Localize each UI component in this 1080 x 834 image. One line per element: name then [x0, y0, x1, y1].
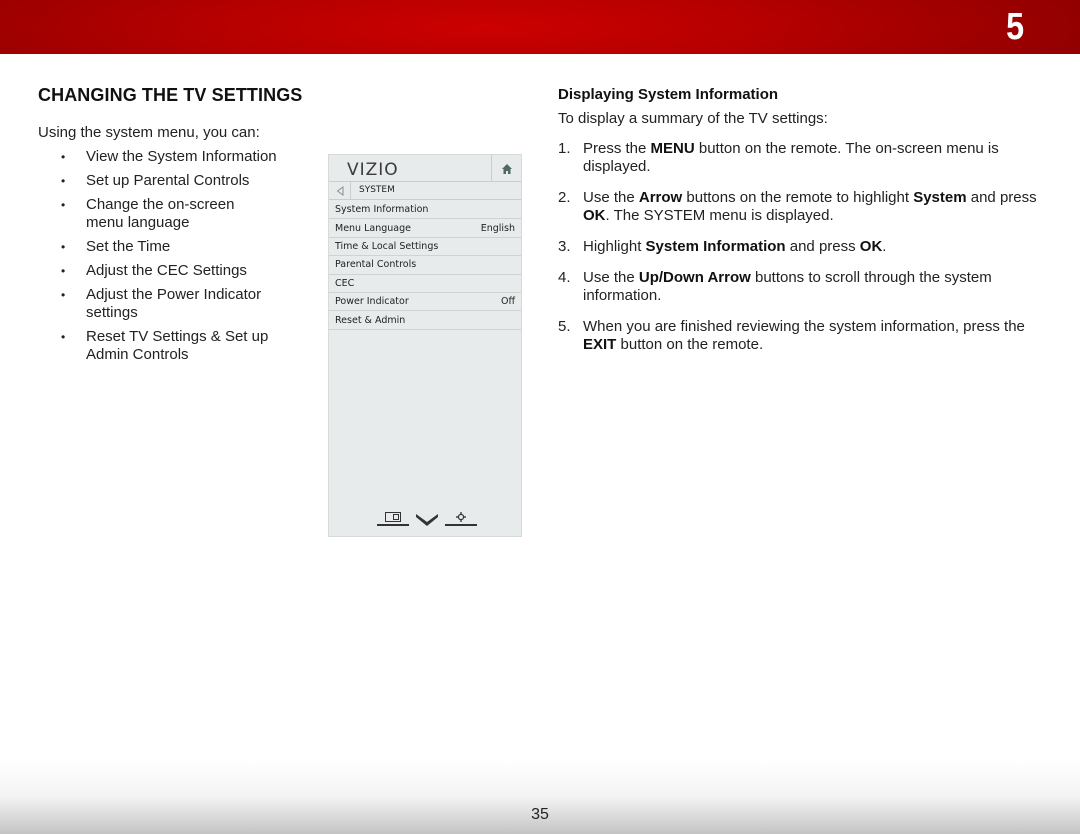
- step-item: 5. When you are finished reviewing the sy…: [558, 318, 1048, 354]
- list-item-text: View the System Information: [86, 148, 277, 165]
- step-number: 4.: [558, 269, 571, 286]
- list-item-text: Reset TV Settings & Set up Admin Control…: [86, 328, 269, 363]
- list-item-text: Adjust the Power Indicator settings: [86, 286, 262, 321]
- bullet-icon: •: [61, 264, 66, 278]
- emphasis-text: EXIT: [583, 336, 617, 353]
- step-text-run: .: [882, 238, 887, 255]
- step-item: 1. Press the MENU button on the remote. T…: [558, 140, 1048, 176]
- step-text-run: and press: [785, 238, 860, 255]
- wide-screen-button[interactable]: [377, 510, 409, 526]
- menu-item-label: System Information: [335, 204, 429, 216]
- bullet-icon: •: [61, 240, 66, 254]
- step-text-run: buttons on the remote to highlight: [682, 189, 914, 206]
- bullet-icon: •: [61, 330, 66, 344]
- settings-button[interactable]: [445, 510, 477, 526]
- step-number: 2.: [558, 189, 571, 206]
- underline: [377, 524, 409, 526]
- home-icon[interactable]: [491, 155, 521, 182]
- list-item-text: Change the on-screen menu language: [86, 196, 235, 231]
- list-item: • Reset TV Settings & Set up Admin Contro…: [56, 328, 296, 364]
- list-item: • Adjust the CEC Settings: [56, 262, 316, 280]
- step-text-run: When you are finished reviewing the syst…: [583, 318, 1025, 335]
- intro-text: Using the system menu, you can:: [38, 124, 260, 141]
- menu-item-label: Time & Local Settings: [335, 240, 439, 252]
- step-item: 2. Use the Arrow buttons on the remote to…: [558, 189, 1048, 225]
- back-arrow-icon[interactable]: [329, 182, 351, 200]
- emphasis-text: Up/Down Arrow: [638, 269, 751, 286]
- step-text-run: Use the: [583, 189, 639, 206]
- tv-menu-item-cec[interactable]: CEC: [329, 275, 521, 293]
- bullet-icon: •: [61, 174, 66, 188]
- step-text-run: button on the remote.: [616, 336, 764, 353]
- step-text-run: Press the: [583, 140, 651, 157]
- step-text: Use the Up/Down Arrow buttons to scroll …: [583, 269, 992, 304]
- tv-system-menu-illustration: VIZIO SYSTEM System Information Menu Lan…: [328, 154, 522, 537]
- emphasis-text: MENU: [650, 140, 695, 157]
- step-item: 4. Use the Up/Down Arrow buttons to scrol…: [558, 269, 1048, 305]
- section-title: CHANGING THE TV SETTINGS: [38, 85, 303, 105]
- menu-item-label: Reset & Admin: [335, 314, 406, 326]
- vizio-v-icon: [416, 512, 438, 526]
- menu-item-label: CEC: [335, 277, 355, 289]
- list-item: • View the System Information: [56, 148, 316, 166]
- instruction-steps: 1. Press the MENU button on the remote. T…: [558, 140, 1048, 367]
- list-item-text: Set up Parental Controls: [86, 172, 250, 189]
- tv-menu-bottom-bar: [377, 510, 477, 526]
- bullet-icon: •: [61, 288, 66, 302]
- emphasis-text: OK: [583, 207, 606, 224]
- tv-menu-header: VIZIO: [329, 155, 521, 182]
- menu-item-label: Menu Language: [335, 222, 411, 234]
- menu-item-value: English: [480, 222, 515, 234]
- vizio-logo: VIZIO: [347, 160, 399, 180]
- step-item: 3. Highlight System Information and press…: [558, 238, 1048, 256]
- subsection-title: Displaying System Information: [558, 86, 779, 103]
- menu-item-value: Off: [500, 296, 515, 308]
- step-number: 1.: [558, 140, 571, 157]
- tv-menu-item-menu-language[interactable]: Menu Language English: [329, 219, 521, 238]
- step-text-run: Use the: [583, 269, 639, 286]
- list-item: • Set the Time: [56, 238, 316, 256]
- step-text-run: and press: [966, 189, 1037, 206]
- chapter-number: 5: [1006, 6, 1024, 48]
- tv-menu-list: System Information Menu Language English …: [329, 201, 521, 330]
- step-text: Use the Arrow buttons on the remote to h…: [583, 189, 1037, 224]
- subsection-intro: To display a summary of the TV settings:: [558, 110, 828, 127]
- step-text-run: . The SYSTEM menu is displayed.: [605, 207, 834, 224]
- step-text: Press the MENU button on the remote. The…: [583, 140, 999, 175]
- menu-item-label: Power Indicator: [335, 296, 409, 308]
- emphasis-text: Arrow: [638, 189, 683, 206]
- list-item-text: Set the Time: [86, 238, 171, 255]
- tv-menu-breadcrumb: SYSTEM: [329, 182, 521, 200]
- bullet-icon: •: [61, 150, 66, 164]
- tv-menu-item-parental-controls[interactable]: Parental Controls: [329, 256, 521, 275]
- underline: [445, 524, 477, 526]
- capabilities-list: • View the System Information • Set up Par…: [56, 148, 316, 370]
- page-number: 35: [531, 806, 549, 823]
- header-band: 5: [0, 0, 1080, 54]
- bullet-icon: •: [61, 198, 66, 212]
- tv-menu-item-power-indicator[interactable]: Power Indicator Off: [329, 293, 521, 312]
- tv-menu-item-system-information[interactable]: System Information: [329, 201, 521, 220]
- menu-item-label: Parental Controls: [335, 259, 417, 271]
- step-text: When you are finished reviewing the syst…: [583, 318, 1025, 353]
- tv-menu-item-time-local-settings[interactable]: Time & Local Settings: [329, 238, 521, 257]
- emphasis-text: System Information: [645, 238, 786, 255]
- list-item: • Change the on-screen menu language: [56, 196, 256, 232]
- list-item-text: Adjust the CEC Settings: [86, 262, 247, 279]
- step-text: Highlight System Information and press O…: [583, 238, 886, 255]
- step-number: 3.: [558, 238, 571, 255]
- emphasis-text: System: [913, 189, 967, 206]
- wide-screen-icon: [385, 510, 401, 522]
- tv-menu-item-reset-admin[interactable]: Reset & Admin: [329, 311, 521, 330]
- step-text-run: Highlight: [583, 238, 646, 255]
- step-number: 5.: [558, 318, 571, 335]
- settings-gear-icon: [456, 510, 466, 522]
- list-item: • Set up Parental Controls: [56, 172, 316, 190]
- list-item: • Adjust the Power Indicator settings: [56, 286, 296, 322]
- breadcrumb-label: SYSTEM: [359, 185, 395, 195]
- vizio-v-button[interactable]: [416, 512, 438, 526]
- emphasis-text: OK: [859, 238, 883, 255]
